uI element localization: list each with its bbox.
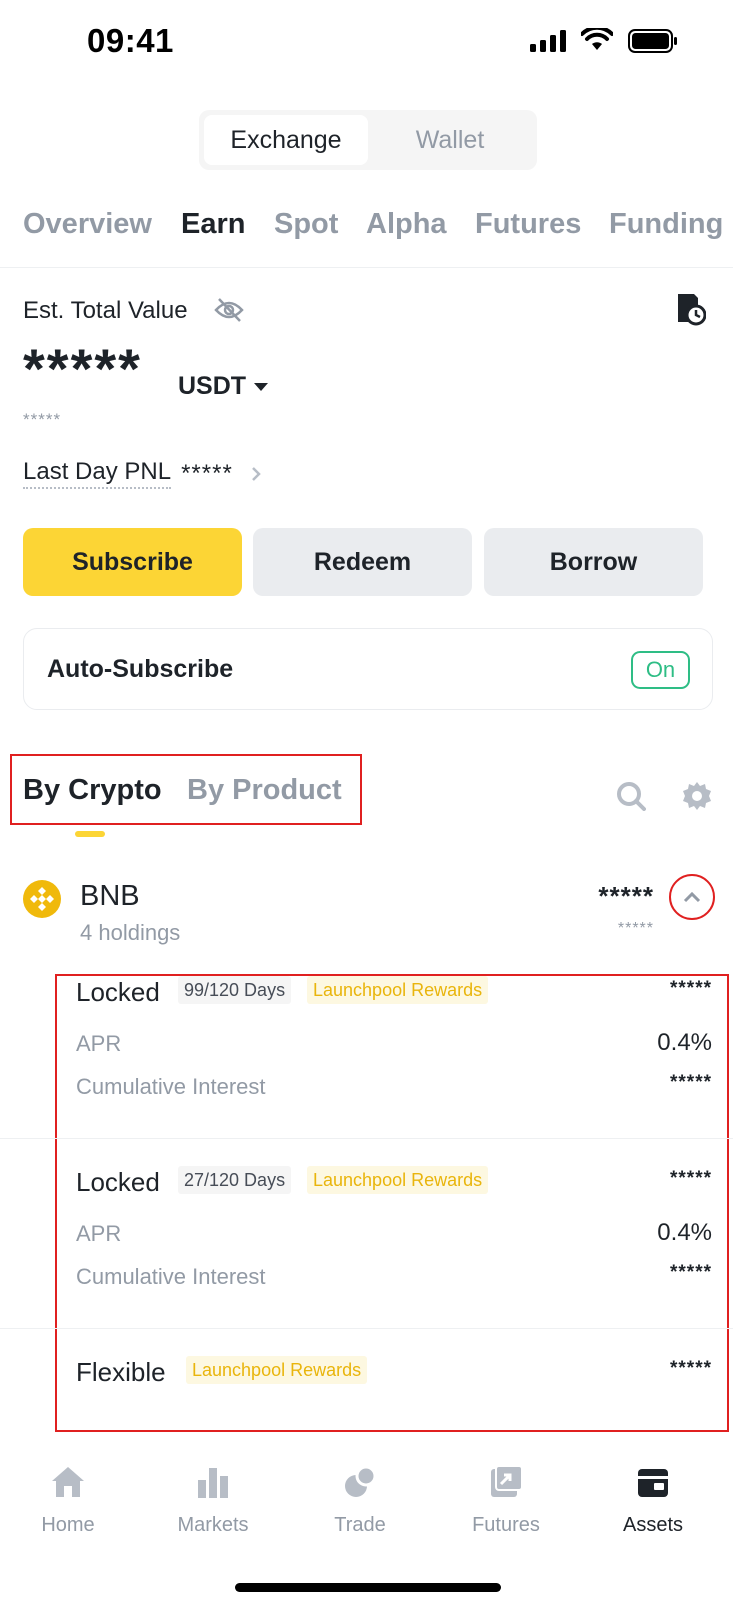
total-value-secondary: ***** [23, 410, 62, 429]
nav-trade[interactable]: Trade [300, 1464, 420, 1537]
asset-holdings-count: 4 holdings [80, 920, 181, 945]
apr-label: APR [76, 1221, 122, 1246]
nav-futures[interactable]: Futures [446, 1464, 566, 1537]
futures-icon [491, 1465, 523, 1497]
currency-selector[interactable]: USDT [178, 372, 269, 401]
nav-label: Home [41, 1514, 95, 1536]
tab-spot[interactable]: Spot [274, 208, 338, 241]
borrow-button[interactable]: Borrow [484, 528, 703, 596]
active-tab-indicator [75, 831, 105, 837]
launchpool-rewards-tag: Launchpool Rewards [307, 976, 489, 1004]
asset-tabs: Overview Earn Spot Alpha Futures Funding [0, 198, 733, 268]
tab-earn[interactable]: Earn [181, 208, 245, 241]
wallet-toggle[interactable]: Wallet [368, 115, 532, 165]
apr-value: 0.4% [657, 1029, 712, 1056]
nav-label: Trade [334, 1514, 386, 1536]
total-value: ***** [23, 337, 142, 400]
holding-amount: ***** [670, 1358, 712, 1379]
cumulative-interest-label: Cumulative Interest [76, 1264, 266, 1289]
exchange-toggle[interactable]: Exchange [204, 115, 368, 165]
caret-down-icon [254, 382, 269, 391]
nav-home[interactable]: Home [8, 1464, 128, 1537]
cumulative-interest-value: ***** [670, 1072, 712, 1093]
status-bar: 09:41 [0, 0, 733, 86]
launchpool-rewards-tag: Launchpool Rewards [186, 1356, 368, 1384]
holding-days-tag: 27/120 Days [178, 1166, 292, 1194]
nav-label: Assets [622, 1514, 684, 1536]
nav-markets[interactable]: Markets [153, 1464, 273, 1537]
exchange-wallet-switch: Exchange Wallet [199, 110, 537, 170]
auto-subscribe-status[interactable]: On [631, 651, 690, 689]
chevron-up-icon [683, 891, 701, 903]
wifi-icon [581, 28, 613, 50]
tab-funding[interactable]: Funding [609, 208, 723, 241]
asset-value: ***** [598, 881, 654, 911]
trade-icon [345, 1465, 377, 1497]
cumulative-interest-value: ***** [670, 1262, 712, 1283]
auto-subscribe-card[interactable]: Auto-Subscribe On [23, 628, 713, 710]
pnl-value: ***** [181, 459, 233, 487]
history-icon[interactable] [676, 290, 706, 326]
cellular-signal-icon [530, 30, 566, 52]
nav-label: Markets [177, 1514, 249, 1536]
holding-type: Flexible [76, 1357, 166, 1387]
status-time: 09:41 [87, 22, 174, 59]
bnb-logo [23, 880, 61, 918]
bar-chart-icon [198, 1468, 228, 1498]
apr-label: APR [76, 1031, 122, 1056]
redeem-button[interactable]: Redeem [253, 528, 472, 596]
asset-name: BNB [80, 880, 140, 912]
search-icon[interactable] [616, 781, 646, 811]
pnl-label: Last Day PNL [23, 458, 172, 489]
holding-amount: ***** [670, 1168, 712, 1189]
settings-icon[interactable] [682, 780, 712, 812]
tab-by-product[interactable]: By Product [187, 774, 342, 807]
subscribe-button[interactable]: Subscribe [23, 528, 242, 596]
holding-type: Locked [76, 1167, 160, 1197]
home-indicator [235, 1583, 501, 1592]
wallet-icon [638, 1469, 668, 1497]
home-icon [52, 1467, 84, 1497]
currency-label: USDT [178, 372, 247, 400]
apr-value: 0.4% [657, 1219, 712, 1246]
tab-by-crypto[interactable]: By Crypto [23, 774, 162, 807]
battery-icon [628, 29, 677, 53]
holding-amount: ***** [670, 978, 712, 999]
launchpool-rewards-tag: Launchpool Rewards [307, 1166, 489, 1194]
holding-days-tag: 99/120 Days [178, 976, 292, 1004]
tab-overview[interactable]: Overview [23, 208, 152, 241]
last-day-pnl[interactable]: Last Day PNL ***** [23, 458, 261, 489]
est-total-value-label: Est. Total Value [23, 297, 188, 324]
tab-alpha[interactable]: Alpha [366, 208, 447, 241]
cumulative-interest-label: Cumulative Interest [76, 1074, 266, 1099]
divider [0, 1138, 733, 1139]
divider [0, 1328, 733, 1329]
tab-futures[interactable]: Futures [475, 208, 581, 241]
eye-off-icon[interactable] [214, 297, 244, 323]
nav-label: Futures [472, 1514, 540, 1536]
holding-type: Locked [76, 977, 160, 1007]
asset-value-secondary: ***** [617, 920, 654, 937]
chevron-right-icon [251, 466, 261, 481]
collapse-button[interactable] [669, 874, 715, 920]
nav-assets[interactable]: Assets [593, 1464, 713, 1537]
auto-subscribe-label: Auto-Subscribe [47, 655, 234, 683]
bottom-nav: Home Markets Trade Futures Assets [0, 1434, 733, 1600]
